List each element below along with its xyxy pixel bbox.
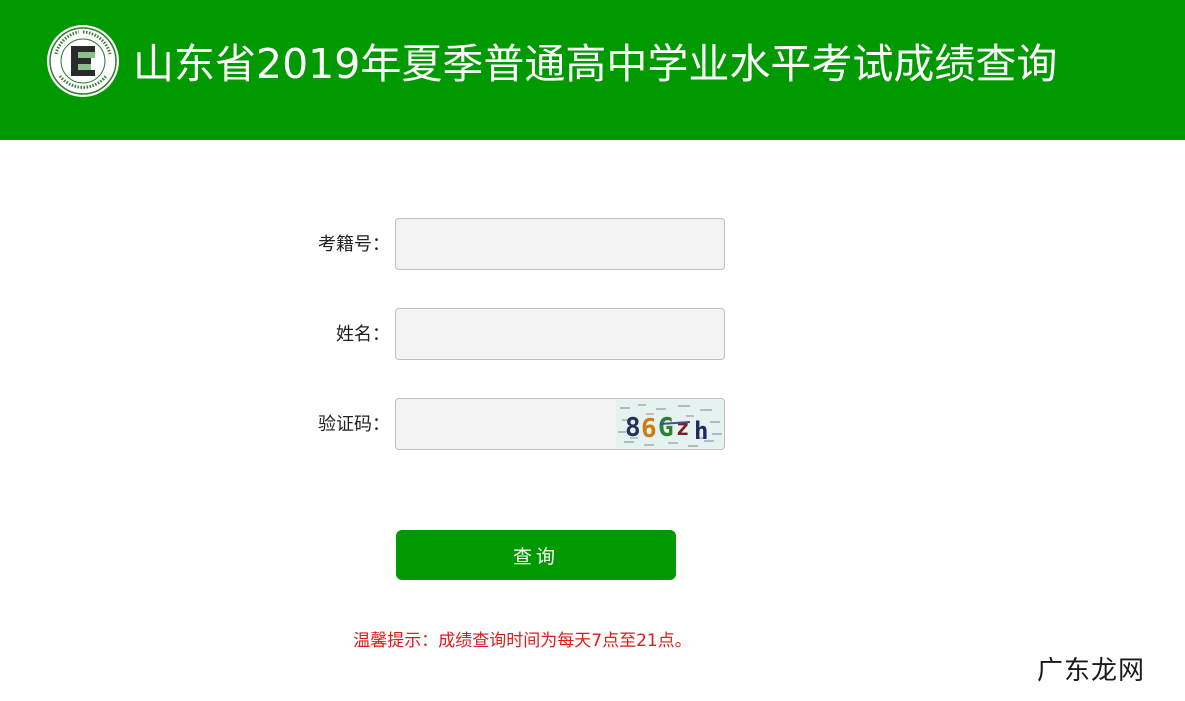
svg-text:6: 6: [641, 414, 657, 444]
captcha-label: 验证码：: [318, 414, 390, 435]
svg-text:8: 8: [625, 413, 641, 443]
svg-text:z: z: [676, 416, 689, 441]
name-label: 姓名：: [336, 324, 390, 345]
notice-text: 温馨提示：成绩查询时间为每天7点至21点。: [353, 631, 692, 651]
svg-text:G: G: [658, 413, 674, 443]
exam-id-row: 考籍号：: [0, 218, 1185, 272]
captcha-row: 验证码： 8 6 G z h: [0, 398, 1185, 452]
page-header: 山东省2019年夏季普通高中学业水平考试成绩查询: [0, 0, 1185, 140]
watermark: 广东龙网: [1036, 656, 1145, 686]
query-button[interactable]: 查询: [396, 530, 676, 580]
name-row: 姓名：: [0, 308, 1185, 362]
svg-text:h: h: [694, 417, 708, 445]
page-title: 山东省2019年夏季普通高中学业水平考试成绩查询: [133, 40, 1058, 88]
exam-authority-logo-icon: [47, 25, 119, 97]
name-input[interactable]: [395, 308, 725, 360]
captcha-image[interactable]: 8 6 G z h: [616, 400, 724, 448]
exam-id-input[interactable]: [395, 218, 725, 270]
exam-id-label: 考籍号：: [318, 234, 390, 255]
